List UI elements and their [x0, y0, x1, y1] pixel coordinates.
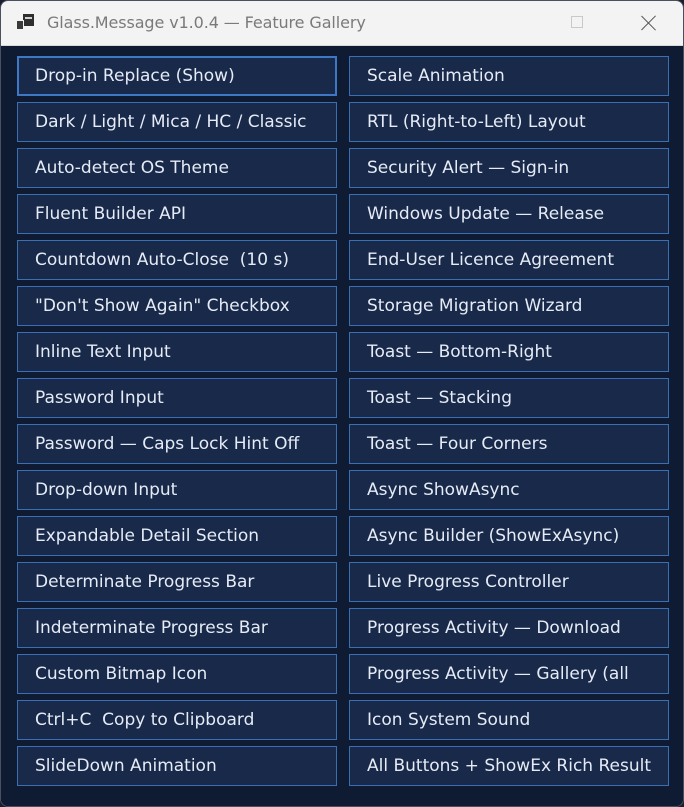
feature-button-slidedown-animation[interactable]: SlideDown Animation [17, 746, 337, 786]
feature-button-eula[interactable]: End-User Licence Agreement [349, 240, 669, 280]
feature-button-countdown-auto-close[interactable]: Countdown Auto-Close (10 s) [17, 240, 337, 280]
feature-button-determinate-progress[interactable]: Determinate Progress Bar [17, 562, 337, 602]
maximize-icon [571, 16, 583, 28]
feature-button-custom-bitmap-icon[interactable]: Custom Bitmap Icon [17, 654, 337, 694]
feature-button-auto-detect-theme[interactable]: Auto-detect OS Theme [17, 148, 337, 188]
close-button[interactable] [625, 1, 671, 45]
feature-button-toast-four-corners[interactable]: Toast — Four Corners [349, 424, 669, 464]
feature-button-toast-stacking[interactable]: Toast — Stacking [349, 378, 669, 418]
feature-button-copy-clipboard[interactable]: Ctrl+C Copy to Clipboard [17, 700, 337, 740]
feature-button-all-buttons[interactable]: All Buttons + ShowEx Rich Result [349, 746, 669, 786]
app-window: Glass.Message v1.0.4 — Feature Gallery D… [0, 0, 684, 807]
feature-button-storage-migration[interactable]: Storage Migration Wizard [349, 286, 669, 326]
app-window-icon [16, 14, 34, 30]
feature-button-toast-bottom-right[interactable]: Toast — Bottom-Right [349, 332, 669, 372]
feature-button-icon-system-sound[interactable]: Icon System Sound [349, 700, 669, 740]
feature-button-password-input[interactable]: Password Input [17, 378, 337, 418]
feature-button-security-alert[interactable]: Security Alert — Sign-in [349, 148, 669, 188]
close-icon [640, 14, 658, 32]
feature-button-inline-text-input[interactable]: Inline Text Input [17, 332, 337, 372]
feature-button-live-progress[interactable]: Live Progress Controller [349, 562, 669, 602]
feature-button-fluent-builder[interactable]: Fluent Builder API [17, 194, 337, 234]
feature-button-rtl-layout[interactable]: RTL (Right-to-Left) Layout [349, 102, 669, 142]
feature-button-windows-update[interactable]: Windows Update — Release [349, 194, 669, 234]
feature-button-async-showasync[interactable]: Async ShowAsync [349, 470, 669, 510]
feature-gallery-panel: Drop-in Replace (Show) Scale Animation D… [1, 46, 683, 806]
feature-button-progress-gallery[interactable]: Progress Activity — Gallery (all [349, 654, 669, 694]
feature-button-themes[interactable]: Dark / Light / Mica / HC / Classic [17, 102, 337, 142]
window-title: Glass.Message v1.0.4 — Feature Gallery [47, 13, 366, 32]
feature-button-indeterminate-progress[interactable]: Indeterminate Progress Bar [17, 608, 337, 648]
minimize-button[interactable] [501, 1, 547, 45]
feature-button-grid: Drop-in Replace (Show) Scale Animation D… [17, 56, 669, 786]
maximize-button[interactable] [555, 1, 601, 45]
feature-button-drop-down-input[interactable]: Drop-down Input [17, 470, 337, 510]
minimize-icon [517, 23, 531, 24]
feature-button-dont-show-again[interactable]: "Don't Show Again" Checkbox [17, 286, 337, 326]
feature-button-expandable-detail[interactable]: Expandable Detail Section [17, 516, 337, 556]
feature-button-progress-download[interactable]: Progress Activity — Download [349, 608, 669, 648]
feature-button-async-builder[interactable]: Async Builder (ShowExAsync) [349, 516, 669, 556]
feature-button-drop-in-replace[interactable]: Drop-in Replace (Show) [17, 56, 337, 96]
feature-button-scale-animation[interactable]: Scale Animation [349, 56, 669, 96]
title-bar[interactable]: Glass.Message v1.0.4 — Feature Gallery [1, 1, 683, 46]
feature-button-password-caps-lock[interactable]: Password — Caps Lock Hint Off [17, 424, 337, 464]
